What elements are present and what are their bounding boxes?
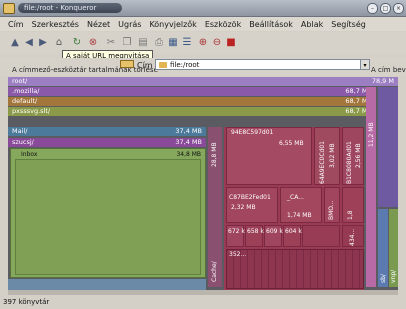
treemap-cache[interactable]: Cache/ 28,8 MB <box>208 127 222 287</box>
cache-file-tile[interactable]: 604 k <box>283 225 302 247</box>
treemap-row-mozilla[interactable]: .mozilla/ 68,7 MB <box>8 87 376 96</box>
treemap-row-profile[interactable]: pxsssvg.slt/ 68,7 MB <box>8 107 376 116</box>
main-toolbar: ▲ ◀ ▶ ⌂ ↻ ⊗ ✂ ❐ ▤ ⎙ ▦ ☰ ⊕ ⊖ ■ <box>0 32 406 54</box>
cache-file-tile[interactable]: 658 k <box>245 225 264 247</box>
stop-icon[interactable]: ⊗ <box>86 35 100 49</box>
forward-arrow-icon[interactable]: ▶ <box>36 35 50 49</box>
location-dropdown[interactable]: ▾ <box>360 59 370 70</box>
treemap-right-column[interactable]: 11,2 MB <box>366 87 376 287</box>
cache-file-tile[interactable]: 64A9EC0Cd01 3,02 MB <box>314 127 340 185</box>
location-go-label: A cím bevit <box>371 66 406 74</box>
treemap-row-mail[interactable]: Mail/ 37,4 MB <box>8 127 206 136</box>
location-label: Cím <box>137 61 153 70</box>
menu-eszkozok[interactable]: Eszközök <box>205 20 241 29</box>
title-pill: file:/root - Konqueror <box>18 3 122 13</box>
menu-beallitasok[interactable]: Beállítások <box>249 20 293 29</box>
print-icon[interactable]: ⎙ <box>152 35 166 49</box>
treemap-row-default[interactable]: default/ 68,7 MB <box>8 97 376 106</box>
window-title: file:/root - Konqueror <box>24 4 97 12</box>
window-controls: – □ × <box>367 3 404 14</box>
menu-szerkesztes[interactable]: Szerkesztés <box>32 20 79 29</box>
copy-icon[interactable]: ❐ <box>120 35 134 49</box>
view-list-icon[interactable]: ☰ <box>180 35 194 49</box>
paste-icon[interactable]: ▤ <box>136 35 150 49</box>
zoom-in-icon[interactable]: ⊕ <box>196 35 210 49</box>
location-bar: A címmező-eszköztár tartalmának törlése … <box>0 58 406 76</box>
treemap-bottom-strip[interactable] <box>8 279 206 290</box>
menu-ugras[interactable]: Ugrás <box>118 20 141 29</box>
treemap-row-szucsj[interactable]: szucsj/ 37,4 MB <box>8 138 206 147</box>
cache-file-tile[interactable]: 672 k <box>226 225 245 247</box>
cache-file-tile[interactable]: _CA... 1,74 MB <box>280 187 322 223</box>
status-bar: 397 könyvtár <box>0 295 406 309</box>
menu-nezet[interactable]: Nézet <box>87 20 110 29</box>
cache-file-tile[interactable]: 434... <box>342 225 364 247</box>
treemap-row-root[interactable]: root/ 78,9 M <box>8 77 398 86</box>
cache-file-tile[interactable]: C87BE2Fed01 2,32 MB <box>226 187 278 223</box>
app-icon <box>3 3 15 14</box>
treemap-inbox[interactable]: Inbox 34,8 MB <box>10 148 206 278</box>
menu-cim[interactable]: Cím <box>8 20 24 29</box>
cut-icon[interactable]: ✂ <box>104 35 118 49</box>
konqueror-window: file:/root - Konqueror – □ × Cím Szerkes… <box>0 0 406 309</box>
treemap-view[interactable]: root/ 78,9 M .mozilla/ 68,7 MB default/ … <box>8 77 398 290</box>
cache-file-tile[interactable]: 94E8C597d01 6,55 MB <box>226 127 312 185</box>
clear-location-icon[interactable] <box>120 60 134 68</box>
menu-segitseg[interactable]: Segítség <box>331 20 366 29</box>
up-arrow-icon[interactable]: ▲ <box>8 35 22 49</box>
maximize-icon[interactable]: □ <box>380 3 391 14</box>
cache-file-tile[interactable] <box>302 225 340 247</box>
menu-bar: Cím Szerkesztés Nézet Ugrás Könyvjelzők … <box>0 17 406 31</box>
reload-icon[interactable]: ↻ <box>70 35 84 49</box>
close-icon[interactable]: × <box>393 3 404 14</box>
cache-files-area: 94E8C597d01 6,55 MB 64A9EC0Cd01 3,02 MB … <box>224 127 364 290</box>
treemap-right-small[interactable]: sb/ <box>378 209 388 287</box>
cache-file-tile[interactable]: 609 k <box>264 225 283 247</box>
cache-file-tile[interactable]: BMO... <box>324 187 340 223</box>
treemap-right-small[interactable]: vnp/ <box>389 209 398 287</box>
location-value: file:/root <box>170 61 200 69</box>
minimize-icon[interactable]: – <box>367 3 378 14</box>
cache-small-files[interactable]: 352... <box>226 249 364 289</box>
clear-location-label: A címmező-eszköztár tartalmának törlése <box>12 66 158 74</box>
zoom-out-icon[interactable]: ⊖ <box>210 35 224 49</box>
menu-ablak[interactable]: Ablak <box>301 20 323 29</box>
title-bar: file:/root - Konqueror – □ × <box>0 0 406 17</box>
cache-file-tile[interactable]: 1,8 <box>342 187 364 223</box>
inbox-inner <box>15 159 201 275</box>
folder-icon <box>159 62 167 68</box>
menu-konyvjelzok[interactable]: Könyvjelzők <box>149 20 196 29</box>
security-icon[interactable]: ■ <box>224 35 238 49</box>
location-input[interactable]: file:/root <box>155 59 369 70</box>
cache-file-tile[interactable]: B1C8080Ad01 2,56 MB <box>342 127 364 185</box>
treemap-right-block[interactable] <box>378 87 398 207</box>
view-icons-icon[interactable]: ▦ <box>166 35 180 49</box>
back-arrow-icon[interactable]: ◀ <box>22 35 36 49</box>
home-icon[interactable]: ⌂ <box>52 35 66 49</box>
